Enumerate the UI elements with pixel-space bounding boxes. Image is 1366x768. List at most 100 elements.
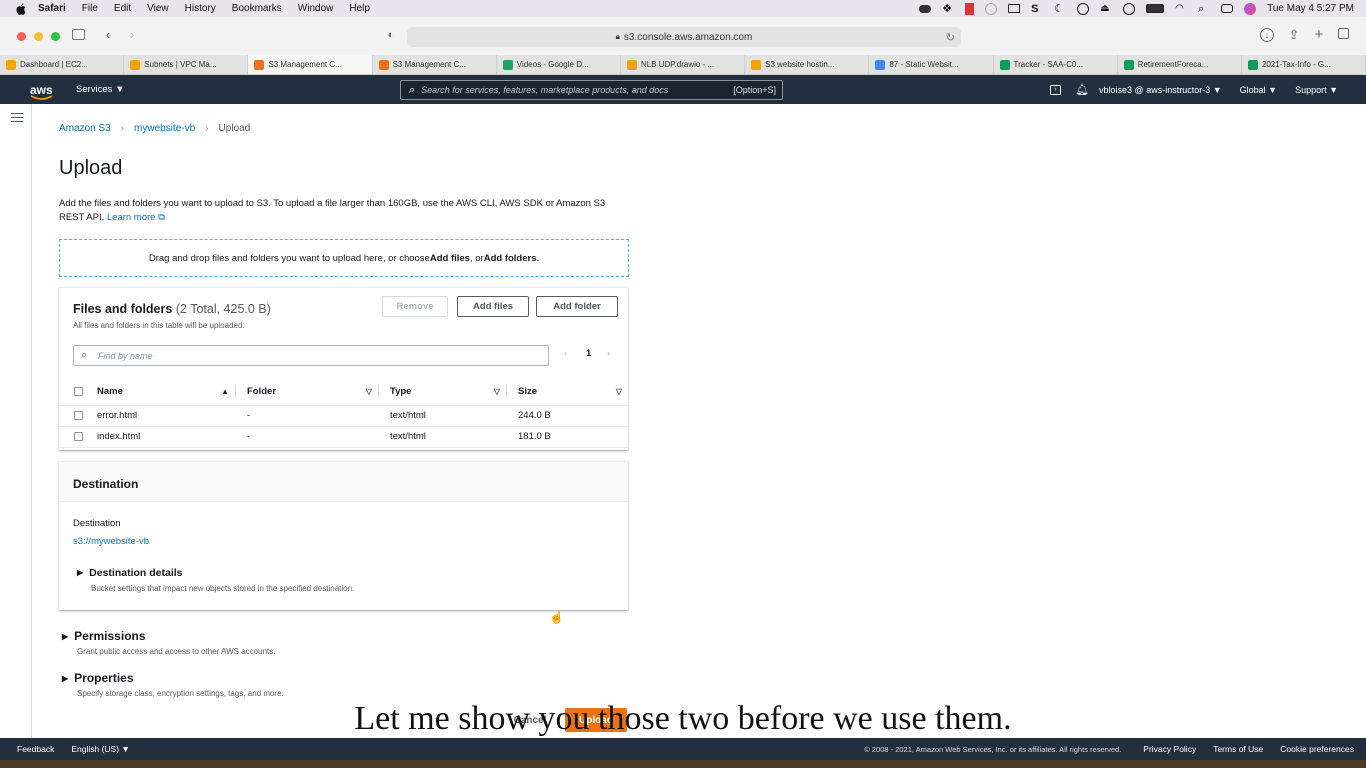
menu-file[interactable]: File <box>82 3 98 14</box>
wifi-icon[interactable]: ◠ <box>1175 3 1187 15</box>
sidebar-toggle-icon[interactable] <box>72 29 85 40</box>
console-search[interactable]: ⌕ Search for services, features, marketp… <box>400 80 783 100</box>
support-menu[interactable]: Support ▼ <box>1295 85 1338 95</box>
permissions-toggle[interactable]: ▶ Permissions <box>62 629 146 643</box>
tab-label: Dashboard | EC2... <box>20 60 88 69</box>
privacy-policy-link[interactable]: Privacy Policy <box>1143 744 1196 754</box>
reload-icon[interactable]: ↻ <box>946 31 955 44</box>
browser-tab[interactable]: Tracker - SAA-C0... <box>994 55 1118 74</box>
browser-tab[interactable]: S3 Management C... <box>248 55 373 74</box>
downloads-icon[interactable]: ↓ <box>1260 28 1274 42</box>
cancel-button[interactable]: Cancel <box>505 708 555 732</box>
upload-button[interactable]: Upload <box>565 708 627 732</box>
destination-details-toggle[interactable]: ▶ Destination details <box>77 567 183 579</box>
destination-link[interactable]: s3://mywebsite-vb <box>73 536 149 547</box>
app-red-icon[interactable] <box>965 2 975 15</box>
tab-label: 87 - Static Websit... <box>889 60 959 69</box>
remove-button[interactable]: Remove <box>382 296 448 317</box>
menubar-clock[interactable]: Tue May 4 5:27 PM <box>1267 3 1354 14</box>
browser-tab[interactable]: S3 website hostin... <box>745 55 870 74</box>
privacy-shield-icon[interactable]: ◐ <box>384 28 398 42</box>
display-icon[interactable] <box>1008 4 1021 13</box>
eject-icon[interactable]: ⏏ <box>1100 3 1112 15</box>
add-files-button[interactable]: Add files <box>457 296 529 317</box>
cloud-icon[interactable] <box>919 4 932 13</box>
browser-toolbar: ‹ › ◐ 🔒︎ s3.console.aws.amazon.com ↻ ↓ ⇪… <box>0 17 1366 55</box>
menu-window[interactable]: Window <box>298 3 334 14</box>
table-row[interactable]: error.html - text/html 244.0 B <box>59 405 628 427</box>
time-machine-icon[interactable] <box>1123 2 1136 15</box>
breadcrumb-amazon-s3[interactable]: Amazon S3 <box>59 123 111 134</box>
add-folder-button[interactable]: Add folder <box>536 296 618 317</box>
aws-top-nav: aws Services ▼ ⌕ Search for services, fe… <box>0 75 1366 104</box>
select-all-checkbox[interactable] <box>74 386 83 396</box>
siri-icon[interactable] <box>1244 2 1257 15</box>
cookie-preferences-link[interactable]: Cookie preferences <box>1280 744 1354 754</box>
column-name[interactable]: Name ▲ <box>97 378 235 406</box>
file-size: 181.0 B <box>506 426 628 448</box>
row-checkbox[interactable] <box>74 431 83 441</box>
battery-icon[interactable] <box>1146 4 1165 13</box>
browser-tab[interactable]: Videos - Google D... <box>497 55 621 74</box>
browser-tab[interactable]: 2021-Tax-Info - G... <box>1242 55 1366 74</box>
table-row[interactable]: index.html - text/html 181.0 B <box>59 426 628 448</box>
close-window-button[interactable] <box>17 31 26 41</box>
menu-bookmarks[interactable]: Bookmarks <box>232 3 282 14</box>
minimize-window-button[interactable] <box>34 31 43 41</box>
next-page-icon[interactable]: › <box>607 348 610 359</box>
browser-tab[interactable]: S3 Management C... <box>373 55 497 74</box>
browser-tab[interactable]: NLB UDP.drawio - ... <box>621 55 746 74</box>
browser-tab[interactable]: RetirementForeca... <box>1118 55 1242 74</box>
properties-toggle[interactable]: ▶ Properties <box>62 671 134 685</box>
account-menu[interactable]: vbloise3 @ aws-instructor-3 ▼ <box>1099 85 1222 95</box>
feedback-link[interactable]: Feedback <box>17 744 54 754</box>
page-number[interactable]: 1 <box>586 348 591 359</box>
control-center-icon[interactable] <box>1221 4 1234 13</box>
browser-tab[interactable]: Subnets | VPC Ma... <box>124 55 249 74</box>
share-icon[interactable]: ⇪ <box>1287 28 1301 42</box>
apple-menu-icon[interactable] <box>14 2 28 16</box>
menu-history[interactable]: History <box>185 3 216 14</box>
region-menu[interactable]: Global ▼ <box>1240 85 1277 95</box>
drop-or-text: , or <box>469 252 484 264</box>
hamburger-icon[interactable] <box>11 113 23 122</box>
sort-icon: ▽ <box>365 387 372 396</box>
column-folder[interactable]: Folder ▽ <box>235 378 378 406</box>
zoom-window-button[interactable] <box>51 31 60 41</box>
moon-icon[interactable]: ☾ <box>1054 3 1066 15</box>
prev-page-icon[interactable]: ‹ <box>564 348 567 359</box>
notifications-icon[interactable]: 🔔︎ <box>1075 83 1089 96</box>
language-selector[interactable]: English (US) ▼ <box>71 744 129 754</box>
column-size[interactable]: Size ▽ <box>506 378 628 406</box>
drop-zone[interactable]: Drag and drop files and folders you want… <box>59 239 629 277</box>
search-icon: ⌕ <box>81 349 88 361</box>
services-menu[interactable]: Services ▼ <box>76 84 124 95</box>
address-bar[interactable]: 🔒︎ s3.console.aws.amazon.com ↻ <box>407 27 961 47</box>
menu-help[interactable]: Help <box>349 3 370 14</box>
browser-tab[interactable]: 87 - Static Websit... <box>869 55 994 74</box>
new-tab-icon[interactable]: + <box>1312 27 1326 42</box>
menu-edit[interactable]: Edit <box>114 3 131 14</box>
terms-link[interactable]: Terms of Use <box>1213 744 1263 754</box>
learn-more-link[interactable]: Learn more ⧉ <box>107 212 165 223</box>
swirl-icon[interactable] <box>985 2 998 15</box>
column-type[interactable]: Type ▽ <box>378 378 506 406</box>
browser-tab[interactable]: Dashboard | EC2... <box>0 55 125 74</box>
cloudshell-icon[interactable]: › <box>1050 84 1062 95</box>
menu-app-name[interactable]: Safari <box>38 3 66 14</box>
forward-icon[interactable]: › <box>125 28 139 42</box>
spotlight-icon[interactable]: ⌕ <box>1198 3 1210 15</box>
tab-overview-icon[interactable] <box>1338 28 1349 39</box>
row-checkbox[interactable] <box>74 410 83 420</box>
filter-placeholder: Find by name <box>98 350 153 361</box>
s-app-icon[interactable]: S <box>1031 3 1043 15</box>
play-icon[interactable] <box>1077 2 1090 15</box>
aws-logo[interactable]: aws <box>30 83 54 100</box>
dropbox-icon[interactable]: ❖ <box>942 3 954 15</box>
table-header-row: Name ▲ Folder ▽ Type ▽ Size ▽ <box>59 378 628 406</box>
back-icon[interactable]: ‹ <box>101 28 115 42</box>
filter-input[interactable]: ⌕ Find by name <box>73 345 549 366</box>
drop-add-files-text: Add files <box>429 252 470 264</box>
breadcrumb-bucket[interactable]: mywebsite-vb <box>134 123 195 134</box>
menu-view[interactable]: View <box>147 3 169 14</box>
